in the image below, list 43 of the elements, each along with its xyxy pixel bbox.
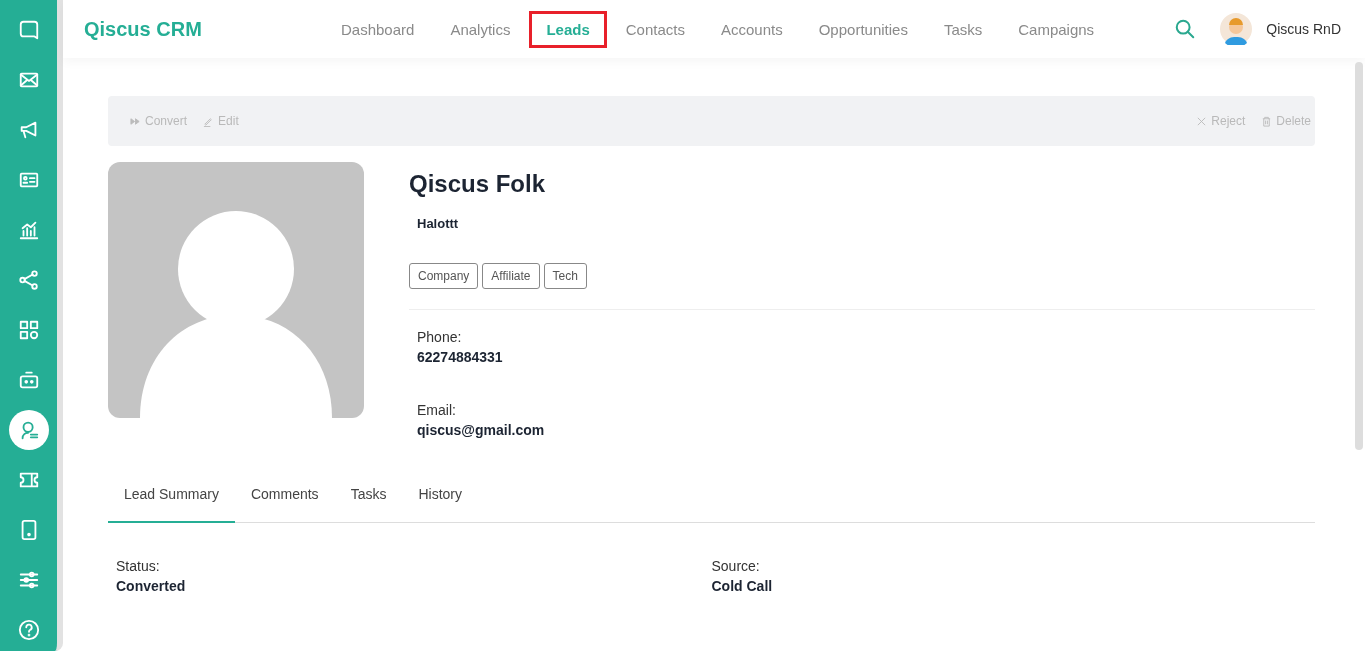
lead-subtitle: Halottt (417, 216, 460, 231)
nav-link[interactable]: Contacts (608, 10, 702, 48)
tab[interactable]: Lead Summary (108, 474, 235, 523)
nav-link[interactable]: Campaigns (1001, 10, 1112, 48)
tab[interactable]: Comments (234, 474, 335, 523)
search-icon[interactable] (1174, 18, 1197, 40)
trash-icon (1261, 115, 1273, 127)
nav-link[interactable]: Dashboard (324, 10, 432, 48)
chart-icon (17, 219, 40, 241)
sliders-icon (17, 569, 40, 591)
tag: Affiliate (482, 263, 540, 289)
field-label: Status: (116, 558, 161, 574)
tab[interactable]: History (402, 474, 478, 523)
avatar-icon (1220, 13, 1253, 45)
field-value: Cold Call (711, 578, 774, 594)
user-name: Qiscus RnD (1266, 21, 1341, 37)
scrollbar[interactable] (1355, 62, 1363, 450)
field-label: Phone: (417, 329, 463, 345)
tab[interactable]: Tasks (334, 474, 403, 523)
pencil-icon (203, 115, 215, 127)
close-icon (1196, 115, 1208, 127)
tag: Tech (543, 263, 587, 289)
field-label: Email: (417, 402, 457, 418)
nav-link[interactable]: Tasks (926, 10, 1000, 48)
share-icon (17, 269, 40, 291)
help-icon (17, 619, 40, 641)
field-label: Source: (711, 558, 761, 574)
nav-link[interactable]: Analytics (433, 10, 528, 48)
field-value: qiscus@gmail.com (417, 422, 546, 438)
double-arrow-icon (130, 115, 141, 127)
sidebar-item[interactable] (8, 410, 49, 450)
nav-link[interactable]: Accounts (704, 10, 800, 48)
robot-icon (17, 369, 40, 391)
lead-name: Qiscus Folk (409, 170, 547, 198)
apps-icon (17, 319, 40, 341)
nav-link[interactable]: Leads (529, 10, 607, 48)
nav-link[interactable]: Opportunities (801, 10, 925, 48)
field-value: 62274884331 (417, 349, 504, 365)
chat-icon (17, 19, 40, 41)
tag: Company (409, 263, 479, 289)
brand-name: Qiscus CRM (84, 17, 203, 41)
profile-silhouette-icon (108, 162, 364, 418)
field-value: Converted (116, 578, 187, 594)
